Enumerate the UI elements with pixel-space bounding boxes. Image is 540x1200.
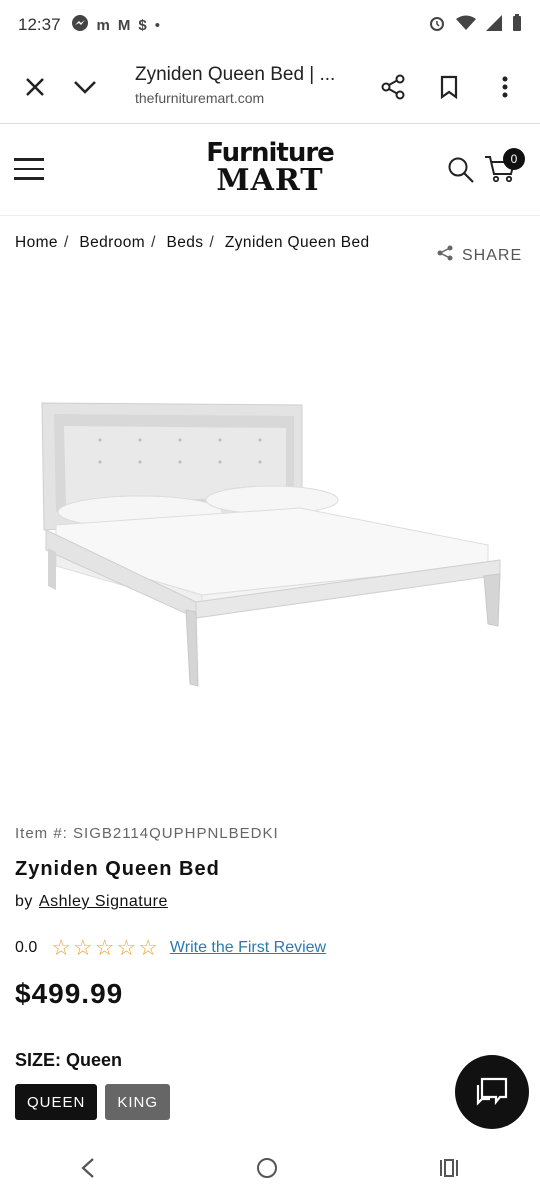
battery-icon <box>512 13 522 37</box>
dollar-icon: $ <box>138 16 147 34</box>
bookmark-icon[interactable] <box>424 62 474 112</box>
share-icon[interactable] <box>368 62 418 112</box>
product-price: $499.99 <box>15 978 124 1009</box>
share-small-icon <box>436 244 454 267</box>
star-icon: ☆ <box>72 935 93 960</box>
size-king-button[interactable]: KING <box>105 1084 171 1120</box>
product-name: Zyniden Queen Bed <box>15 858 220 880</box>
chevron-down-icon[interactable] <box>60 62 110 112</box>
m-icon: m <box>96 16 110 34</box>
site-logo[interactable]: Furniture MART <box>200 140 340 196</box>
messenger-icon <box>71 14 89 36</box>
star-icon: ☆ <box>94 935 115 960</box>
site-header: Furniture MART <box>0 124 540 216</box>
cart-count-badge: 0 <box>503 148 525 170</box>
star-icon: ☆ <box>116 935 137 960</box>
share-label: SHARE <box>462 246 523 264</box>
star-icon: ☆ <box>51 935 71 960</box>
search-icon[interactable] <box>447 156 475 189</box>
star-icon: ☆ <box>138 935 158 960</box>
breadcrumb-beds[interactable]: Beds <box>167 234 204 251</box>
menu-icon[interactable] <box>14 158 44 182</box>
page-url: thefurnituremart.com <box>135 90 265 106</box>
brand-line: by Ashley Signature <box>15 893 168 911</box>
recents-icon[interactable] <box>438 1158 460 1183</box>
size-queen-button[interactable]: QUEEN <box>15 1084 98 1120</box>
page-title: Zyniden Queen Bed | ... <box>135 64 336 85</box>
alarm-icon <box>428 14 446 37</box>
product-image[interactable] <box>0 290 540 790</box>
breadcrumb-bedroom[interactable]: Bedroom <box>79 234 145 251</box>
logo-line2: MART <box>216 163 324 198</box>
size-label: SIZE: Queen <box>15 1050 123 1070</box>
write-review-link[interactable]: Write the First Review <box>170 939 326 957</box>
brand-prefix: by <box>15 893 33 910</box>
share-button[interactable]: SHARE <box>436 244 522 267</box>
breadcrumb-home[interactable]: Home <box>15 234 58 251</box>
wifi-icon <box>456 15 476 36</box>
size-options: QUEEN KING <box>15 1084 171 1120</box>
browser-toolbar: Zyniden Queen Bed | ... thefurnituremart… <box>0 50 540 124</box>
status-time: 12:37 <box>18 15 61 34</box>
chat-button[interactable] <box>455 1055 529 1129</box>
status-bar: 12:37 m M $ • <box>0 0 540 50</box>
rating-stars: ☆ ☆ ☆ ☆ ☆ <box>51 935 158 961</box>
brand-link[interactable]: Ashley Signature <box>39 893 168 910</box>
system-nav-bar <box>0 1140 540 1200</box>
more-menu-icon[interactable] <box>480 62 530 112</box>
rating-row: 0.0 ☆ ☆ ☆ ☆ ☆ Write the First Review <box>15 935 326 961</box>
breadcrumb-current: Zyniden Queen Bed <box>224 234 370 251</box>
breadcrumb: Home / Bedroom / Beds / Zyniden Queen Bed <box>15 234 370 251</box>
home-icon[interactable] <box>255 1156 279 1185</box>
close-icon[interactable] <box>10 62 60 112</box>
signal-icon <box>486 14 502 36</box>
back-icon[interactable] <box>80 1157 96 1184</box>
gmail-icon: M <box>117 16 131 34</box>
rating-value: 0.0 <box>15 939 38 956</box>
page-title-area[interactable]: Zyniden Queen Bed | ... thefurnituremart… <box>135 64 365 106</box>
dot-icon: • <box>154 16 160 34</box>
chat-icon <box>476 1077 508 1106</box>
item-number: Item #: SIGB2114QUPHPNLBEDKI <box>15 825 279 842</box>
